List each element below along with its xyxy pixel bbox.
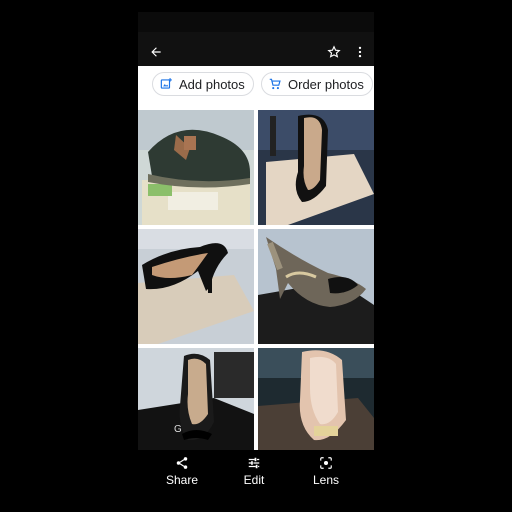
action-chips-row: Add photos Order photos (138, 66, 374, 110)
more-vert-icon (358, 46, 362, 58)
arrow-back-icon (151, 47, 161, 57)
favorite-button[interactable] (324, 42, 344, 62)
photo-thumbnail[interactable]: G (138, 348, 254, 463)
back-button[interactable] (146, 42, 166, 62)
order-photos-label: Order photos (288, 76, 364, 92)
more-options-button[interactable] (350, 42, 370, 62)
photo-thumbnail[interactable] (258, 229, 374, 344)
shopping-cart-icon (269, 78, 281, 90)
order-photos-chip[interactable]: Order photos (261, 72, 373, 96)
svg-text:G: G (174, 424, 182, 435)
lens-button[interactable]: Lens (296, 456, 356, 487)
lens-label: Lens (312, 473, 340, 487)
tune-icon (248, 457, 260, 469)
edit-label: Edit (243, 473, 265, 487)
edit-button[interactable]: Edit (224, 456, 284, 487)
add-photos-chip[interactable]: Add photos (152, 72, 254, 96)
star-outline-icon (327, 45, 341, 58)
phone-screen: Add photos Order photos G Share Edit Len… (138, 12, 374, 500)
bottom-action-bar: Share Edit Lens (138, 450, 374, 500)
share-icon (176, 457, 188, 469)
photo-thumbnail[interactable] (138, 229, 254, 344)
share-button[interactable]: Share (152, 456, 212, 487)
add-photos-label: Add photos (179, 76, 245, 92)
photo-thumbnail[interactable] (258, 110, 374, 225)
share-label: Share (165, 473, 199, 487)
photo-thumbnail[interactable] (258, 348, 374, 463)
photo-thumbnail[interactable] (138, 110, 254, 225)
status-bar (138, 12, 374, 32)
photo-grid: G (138, 110, 374, 450)
lens-icon (320, 457, 332, 469)
add-photo-icon (160, 78, 172, 89)
